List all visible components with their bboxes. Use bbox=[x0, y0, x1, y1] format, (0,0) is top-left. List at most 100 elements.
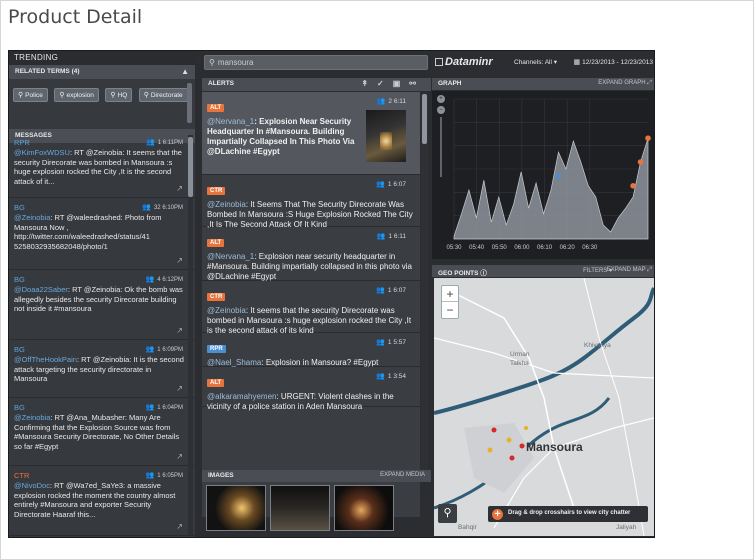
message-item[interactable]: BG 👥 4 6:12PM @Doaa22Saber: RT @Zeinobia:… bbox=[9, 270, 195, 340]
geo-point[interactable] bbox=[491, 427, 497, 433]
zoom-in-icon[interactable]: + bbox=[437, 95, 445, 103]
alert-item[interactable]: RPR 👥 1 5:57 @Nael_Shama: Explosion in Ma… bbox=[202, 333, 420, 367]
alert-tag: ALT bbox=[207, 379, 225, 387]
alert-meta: 👥 1 6:07 bbox=[376, 286, 406, 294]
alerts-label: ALERTS bbox=[208, 80, 234, 87]
geo-point[interactable] bbox=[509, 455, 515, 461]
layers-icon[interactable]: ▣ bbox=[393, 79, 410, 88]
term-chip[interactable]: ⚲ explosion bbox=[54, 88, 99, 102]
crosshair-hint[interactable]: ✛ Drag & drop crosshairs to view city ch… bbox=[488, 506, 648, 522]
message-handle[interactable]: @Zeinobia bbox=[14, 213, 50, 222]
alert-body: : Explosion in Mansoura? #Egypt bbox=[261, 358, 379, 367]
geo-point[interactable] bbox=[519, 443, 525, 449]
collapse-icon[interactable]: ▲ bbox=[181, 67, 189, 76]
related-terms-label: RELATED TERMS (4) bbox=[15, 68, 80, 75]
share-icon[interactable]: ↗ bbox=[176, 326, 183, 335]
message-item[interactable]: BG 👥 1 6:04PM @Zeinobia: RT @Ana_Mubasher… bbox=[9, 398, 195, 466]
people-icon: 👥 bbox=[145, 346, 155, 353]
message-item[interactable]: BG 👥 32 6:10PM @Zeinobia: RT @waleedrashe… bbox=[9, 198, 195, 270]
message-item[interactable]: RPR 👥 1 6:11PM @KimFoxWDSU: RT @Zeinobia:… bbox=[9, 133, 195, 198]
map-search-button[interactable]: ⚲ bbox=[438, 504, 457, 523]
zoom-out-icon[interactable]: − bbox=[437, 106, 445, 114]
chart-marker bbox=[645, 135, 651, 141]
message-meta: 👥 32 6:10PM bbox=[142, 203, 183, 211]
share-icon[interactable]: ↗ bbox=[176, 184, 183, 193]
message-body: @OffTheHookPain: RT @Zeinobia: It is the… bbox=[14, 355, 185, 384]
image-thumbnail[interactable] bbox=[270, 485, 330, 531]
term-label: Directorate bbox=[150, 92, 183, 99]
crosshair-icon[interactable]: ✛ bbox=[492, 509, 503, 520]
map-zoom-out-button[interactable]: − bbox=[442, 302, 458, 318]
message-handle[interactable]: @NivoDoc bbox=[14, 481, 50, 490]
term-chip[interactable]: ⚲ Directorate bbox=[138, 88, 188, 102]
alert-count: 1 bbox=[387, 181, 392, 188]
link-icon[interactable]: ⚯ bbox=[409, 79, 425, 88]
image-thumbnail[interactable] bbox=[206, 485, 266, 531]
alert-item[interactable]: ALT 👥 2 6:11 @Nervana_1: Explosion Near S… bbox=[202, 92, 420, 175]
message-handle[interactable]: @KimFoxWDSU bbox=[14, 148, 70, 157]
alert-handle[interactable]: @Nervana_1 bbox=[207, 252, 254, 261]
activity-graph[interactable]: + − 05:30 05:40 05:50 06:00 06:10 06:20 06:30 bbox=[432, 91, 654, 259]
related-terms-header[interactable]: RELATED TERMS (4) ▲ bbox=[9, 65, 195, 79]
message-time: 6:10PM bbox=[162, 205, 183, 211]
alert-count: 1 bbox=[387, 287, 392, 294]
alert-photo-thumbnail[interactable] bbox=[366, 110, 406, 162]
message-item[interactable]: BG 👥 1 6:09PM @OffTheHookPain: RT @Zeinob… bbox=[9, 340, 195, 398]
message-item[interactable]: CTR 👥 1 6:05PM @NivoDoc: RT @Wa7ed_SaYe3:… bbox=[9, 466, 195, 536]
people-icon: 👥 bbox=[142, 204, 151, 211]
geo-point[interactable] bbox=[524, 426, 528, 430]
expand-graph-button[interactable]: EXPAND GRAPH ⤢ bbox=[598, 80, 652, 87]
message-handle[interactable]: @OffTheHookPain bbox=[14, 355, 77, 364]
map-label: Talkha bbox=[510, 360, 529, 367]
message-handle[interactable]: @Doaa22Saber bbox=[14, 285, 68, 294]
image-thumbnail[interactable] bbox=[334, 485, 394, 531]
term-chip[interactable]: ⚲ Police bbox=[13, 88, 48, 102]
geo-point[interactable] bbox=[487, 447, 493, 453]
graph-label: GRAPH bbox=[438, 80, 462, 87]
alert-count: 1 bbox=[387, 373, 392, 380]
expand-media-button[interactable]: EXPAND MEDIA bbox=[380, 472, 425, 478]
pin-icon[interactable]: ↟ bbox=[361, 79, 377, 88]
check-icon[interactable]: ✓ bbox=[377, 79, 393, 88]
term-chip[interactable]: ⚲ HQ bbox=[105, 88, 133, 102]
search-input[interactable]: ⚲ mansoura bbox=[204, 55, 428, 70]
share-icon[interactable]: ↗ bbox=[176, 452, 183, 461]
alert-handle[interactable]: @Nervana_1 bbox=[207, 117, 254, 126]
term-label: HQ bbox=[117, 92, 128, 99]
alert-item[interactable]: CTR 👥 1 6:07 @Zeinobia: It seems that the… bbox=[202, 281, 420, 335]
channels-dropdown[interactable]: Channels: All ▾ bbox=[514, 58, 557, 66]
map-label: Bahqir bbox=[458, 524, 477, 531]
alert-item[interactable]: ALT 👥 1 3:54 @alkaramahyemen: URGENT: Vio… bbox=[202, 367, 420, 411]
terms-scrollbar[interactable] bbox=[187, 83, 192, 123]
alert-handle[interactable]: @Zeinobia bbox=[207, 200, 246, 209]
alert-handle[interactable]: @Zeinobia bbox=[207, 306, 246, 315]
alert-item[interactable]: CTR 👥 1 6:07 @Zeinobia: It Seems That The… bbox=[202, 175, 420, 230]
series-area bbox=[453, 138, 649, 240]
info-icon[interactable]: ⓘ bbox=[480, 270, 487, 277]
zoom-slider[interactable] bbox=[440, 117, 442, 177]
alert-handle[interactable]: @alkaramahyemen bbox=[207, 392, 276, 401]
alert-text: @Zeinobia: It Seems That The Security Di… bbox=[207, 200, 415, 230]
alert-text: @Nervana_1: Explosion near security head… bbox=[207, 252, 415, 282]
geo-point[interactable] bbox=[506, 437, 512, 443]
share-icon[interactable]: ↗ bbox=[176, 522, 183, 531]
dataminr-logo: Dataminr bbox=[435, 56, 493, 68]
share-icon[interactable]: ↗ bbox=[176, 384, 183, 393]
chart-marker bbox=[637, 159, 644, 165]
channels-label: Channels: All bbox=[514, 59, 552, 66]
messages-scroll-thumb[interactable] bbox=[188, 137, 193, 197]
alerts-scrollbar[interactable] bbox=[421, 92, 428, 472]
alert-item[interactable]: ALT 👥 1 6:11 @Nervana_1: Explosion near s… bbox=[202, 227, 420, 281]
message-handle[interactable]: @Zeinobia bbox=[14, 413, 50, 422]
alert-handle[interactable]: @Nael_Shama bbox=[207, 358, 261, 367]
expand-map-button[interactable]: EXPAND MAP ⤢ bbox=[607, 267, 652, 274]
crosshair-hint-text: Drag & drop crosshairs to view city chat… bbox=[508, 510, 631, 516]
message-body: @NivoDoc: RT @Wa7ed_SaYe3: a massive exp… bbox=[14, 481, 185, 519]
share-icon[interactable]: ↗ bbox=[176, 256, 183, 265]
map-zoom-in-button[interactable]: + bbox=[442, 286, 458, 302]
x-tick-label: 05:40 bbox=[469, 245, 485, 251]
geo-map[interactable]: + − Khiyariya Urman Talkha Mansoura Bahq… bbox=[434, 278, 654, 536]
alerts-scroll-thumb[interactable] bbox=[422, 94, 427, 144]
date-range-picker[interactable]: ▦ 12/23/2013 - 12/23/2013 bbox=[574, 58, 653, 66]
x-tick-label: 05:50 bbox=[492, 245, 508, 251]
